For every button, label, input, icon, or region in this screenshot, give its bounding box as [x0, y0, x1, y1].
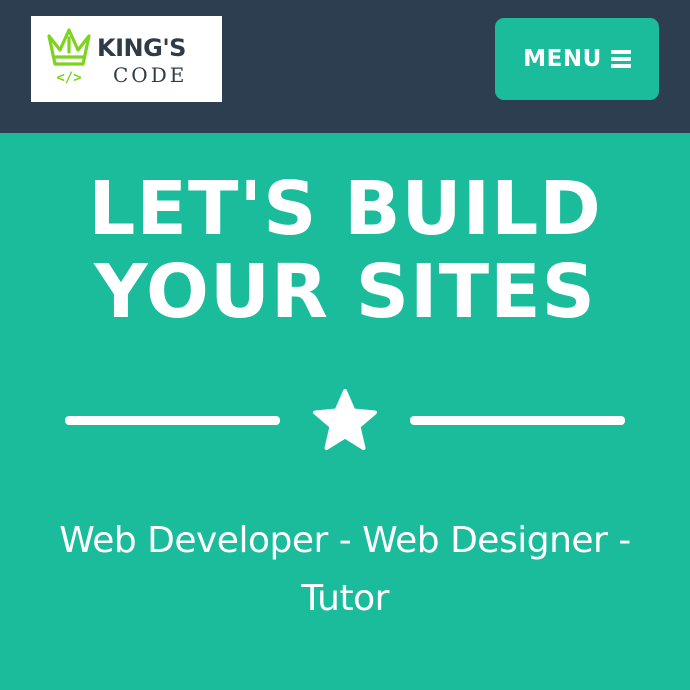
divider-line-right — [410, 416, 625, 425]
hero-title-line-2: YOUR SITES — [94, 249, 596, 335]
hero-subtitle-line-1: Web Developer - Web Designer - — [59, 520, 631, 561]
hero-title: LET'S BUILD YOUR SITES — [0, 168, 690, 334]
logo-kings-text: KING'S — [97, 34, 186, 62]
hero-title-line-1: LET'S BUILD — [88, 166, 602, 252]
logo-code-text: CODE — [113, 63, 188, 87]
star-icon — [313, 389, 377, 450]
hero-subtitle-line-2: Tutor — [301, 578, 389, 619]
divider-line-left — [65, 416, 280, 425]
site-logo[interactable]: </> KING'S CODE — [31, 16, 222, 102]
menu-button[interactable]: MENU — [495, 18, 659, 100]
crown-icon: </> — [47, 28, 91, 86]
menu-label: MENU — [523, 46, 602, 72]
code-symbol: </> — [56, 70, 81, 86]
hero-subtitle: Web Developer - Web Designer - Tutor — [40, 512, 650, 628]
hamburger-icon — [610, 50, 631, 68]
navbar: </> KING'S CODE MENU — [0, 0, 690, 133]
